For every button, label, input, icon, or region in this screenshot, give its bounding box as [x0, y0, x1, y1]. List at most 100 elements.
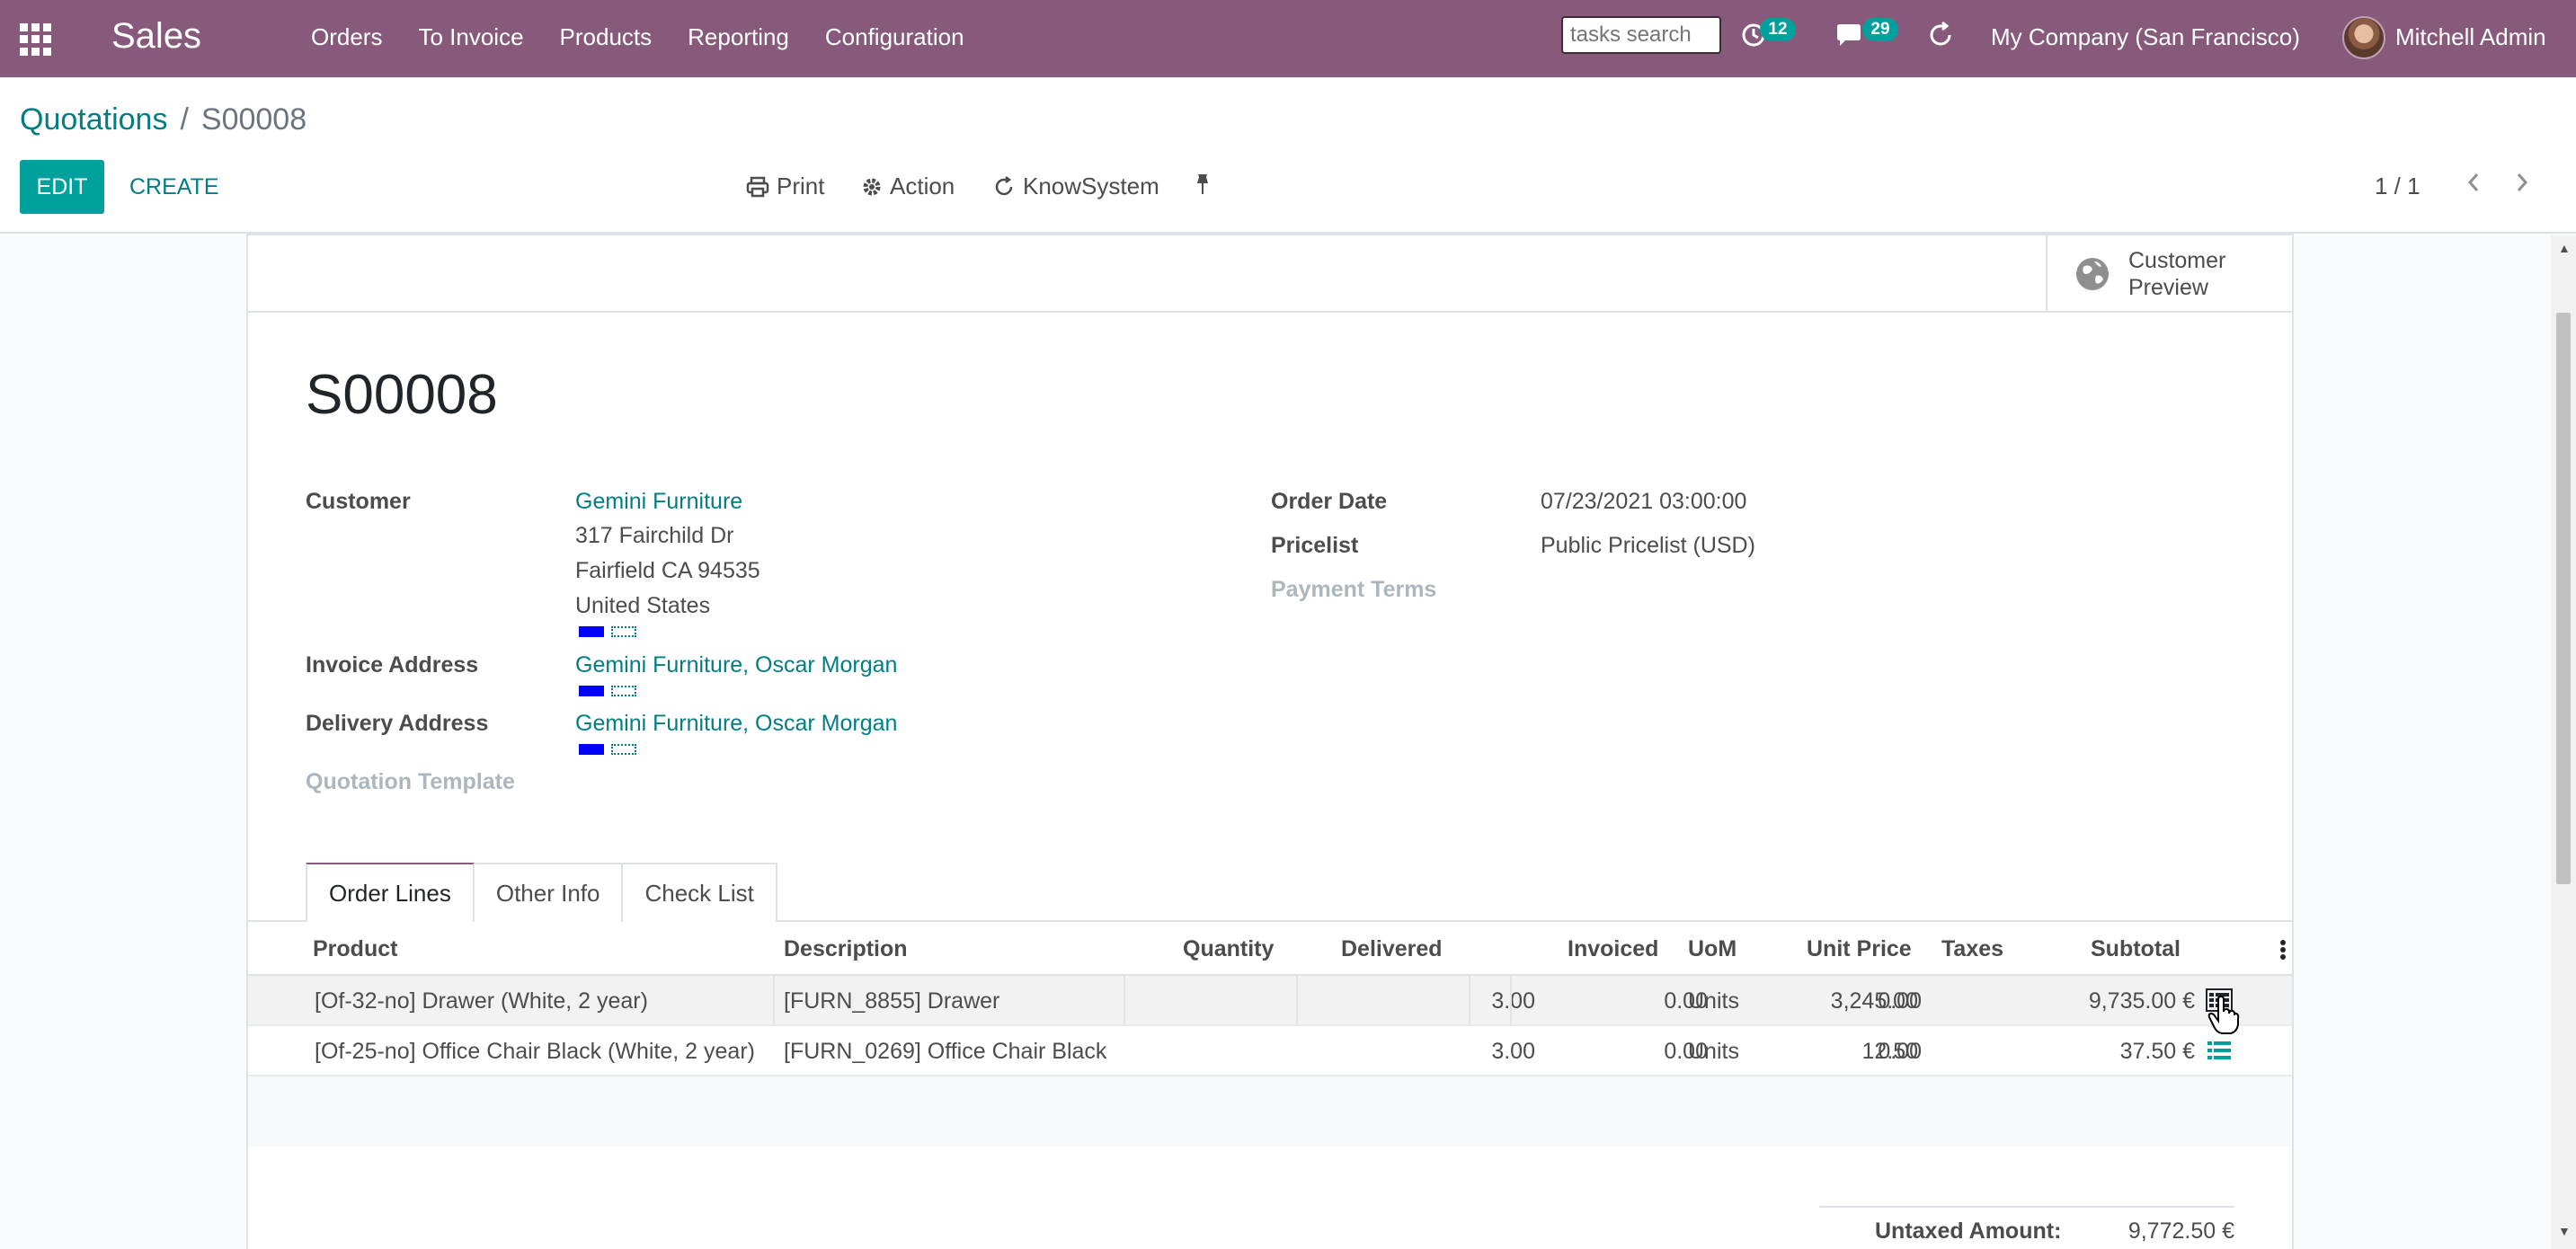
control-panel: Quotations / S00008 EDIT CREATE Print Ac…: [0, 77, 2576, 234]
tasks-search-input[interactable]: [1561, 16, 1721, 54]
table-row[interactable]: [Of-25-no] Office Chair Black (White, 2 …: [248, 1026, 2292, 1076]
form-tabs: Order Lines Other Info Check List: [306, 863, 777, 922]
col-header-product[interactable]: Product: [313, 936, 397, 962]
form-statusbar: Customer Preview: [248, 235, 2292, 313]
col-header-invoiced[interactable]: Invoiced: [1568, 936, 1658, 962]
user-menu[interactable]: Mitchell Admin: [2395, 23, 2546, 51]
col-header-taxes[interactable]: Taxes: [1941, 936, 2003, 962]
menu-item-reporting[interactable]: Reporting: [688, 23, 789, 51]
col-header-unit-price[interactable]: Unit Price: [1807, 936, 1912, 962]
cell-subtotal: 9,735.00 €: [2088, 988, 2195, 1014]
app-title[interactable]: Sales: [111, 16, 201, 57]
customer-preview-line2: Preview: [2128, 275, 2208, 300]
refresh-icon[interactable]: [1925, 20, 1956, 50]
invoice-address-link[interactable]: Gemini Furniture, Oscar Morgan: [575, 652, 897, 678]
menu-item-configuration[interactable]: Configuration: [825, 23, 964, 51]
print-button[interactable]: Print: [746, 173, 824, 200]
customer-link[interactable]: Gemini Furniture: [575, 489, 742, 515]
action-button[interactable]: Action: [861, 173, 955, 200]
cell-unit-price[interactable]: 3,245.00: [1831, 988, 1918, 1014]
customer-label: Customer: [306, 489, 411, 514]
delivery-address-label: Delivery Address: [306, 711, 489, 736]
cell-description[interactable]: [FURN_0269] Office Chair Black: [784, 1039, 1106, 1065]
cell-description[interactable]: [FURN_8855] Drawer: [784, 988, 999, 1014]
knowsystem-label: KnowSystem: [1023, 173, 1159, 199]
edit-button[interactable]: EDIT: [20, 160, 104, 214]
tab-check-list[interactable]: Check List: [621, 863, 777, 922]
tab-other-info[interactable]: Other Info: [472, 863, 624, 922]
globe-icon: [2076, 258, 2109, 290]
cell-product[interactable]: [Of-32-no] Drawer (White, 2 year): [315, 988, 648, 1014]
customer-city: Fairfield CA 94535: [575, 558, 760, 583]
menu-item-orders[interactable]: Orders: [311, 23, 382, 51]
invoice-address-label: Invoice Address: [306, 652, 479, 678]
cell-quantity[interactable]: 3.00: [1491, 988, 1535, 1014]
table-row[interactable]: [Of-32-no] Drawer (White, 2 year) [FURN_…: [248, 976, 2292, 1026]
col-header-uom[interactable]: UoM: [1688, 936, 1737, 962]
form-sheet: Customer Preview S00008 Customer Gemini …: [246, 234, 2294, 1249]
apps-grid-icon[interactable]: [20, 23, 52, 56]
tab-order-lines[interactable]: Order Lines: [306, 863, 475, 922]
activities-count-badge: 12: [1760, 18, 1796, 41]
pager-value[interactable]: 1 / 1: [2375, 173, 2421, 200]
col-header-description[interactable]: Description: [784, 936, 908, 962]
scroll-up-arrow-icon[interactable]: ▲: [2558, 241, 2571, 255]
pager-previous-icon[interactable]: [2465, 169, 2483, 203]
customer-preview-line1: Customer: [2128, 248, 2226, 273]
delivery-address-link[interactable]: Gemini Furniture, Oscar Morgan: [575, 711, 897, 737]
pin-button[interactable]: [1194, 173, 1212, 196]
optional-columns-icon[interactable]: [2272, 936, 2294, 963]
scrollbar[interactable]: ▲ ▼: [2551, 235, 2576, 1249]
customer-street: 317 Fairchild Dr: [575, 523, 734, 548]
cell-unit-price[interactable]: 12.50: [1861, 1039, 1918, 1065]
pager-next-icon[interactable]: [2513, 169, 2531, 203]
quotation-template-label: Quotation Template: [306, 769, 515, 794]
pricelist-label: Pricelist: [1271, 533, 1359, 558]
cell-uom[interactable]: Units: [1688, 1039, 1739, 1065]
customer-color-tags: [575, 625, 636, 638]
table-header: Product Description Quantity Delivered I…: [248, 922, 2292, 976]
top-navbar: Sales Orders To Invoice Products Reporti…: [0, 0, 2576, 77]
col-header-delivered[interactable]: Delivered: [1341, 936, 1443, 962]
col-header-subtotal[interactable]: Subtotal: [2091, 936, 2181, 962]
col-header-quantity[interactable]: Quantity: [1183, 936, 1274, 962]
row-detail-list-icon[interactable]: [2206, 1039, 2233, 1062]
breadcrumb-separator: /: [180, 102, 189, 137]
cell-product[interactable]: [Of-25-no] Office Chair Black (White, 2 …: [315, 1039, 755, 1065]
create-button[interactable]: CREATE: [122, 160, 227, 214]
untaxed-amount-label: Untaxed Amount:: [1875, 1218, 2062, 1244]
knowsystem-icon: [995, 175, 1013, 195]
user-avatar[interactable]: [2342, 16, 2385, 59]
untaxed-amount-value: 9,772.50 €: [2127, 1218, 2234, 1244]
column-separator: [1469, 976, 1470, 1026]
messages-count-badge: 29: [1862, 18, 1898, 41]
table-empty-area: [248, 1076, 2292, 1147]
cell-subtotal: 37.50 €: [2119, 1039, 2195, 1064]
column-separator: [1124, 976, 1125, 1026]
order-name-title: S00008: [306, 364, 498, 426]
column-separator: [773, 976, 775, 1026]
menu-item-products[interactable]: Products: [560, 23, 653, 51]
customer-preview-label: Customer Preview: [2128, 247, 2225, 301]
customer-preview-button[interactable]: Customer Preview: [2046, 235, 2292, 313]
print-label: Print: [777, 173, 825, 199]
cell-uom[interactable]: Units: [1688, 988, 1739, 1014]
order-date-value: 07/23/2021 03:00:00: [1541, 489, 1747, 514]
company-switcher[interactable]: My Company (San Francisco): [1991, 23, 2300, 51]
cell-quantity[interactable]: 3.00: [1491, 1039, 1535, 1065]
messages-chat-icon[interactable]: [1834, 20, 1864, 50]
scroll-down-arrow-icon[interactable]: ▼: [2558, 1224, 2571, 1238]
column-separator: [1510, 976, 1512, 1026]
menu-item-to-invoice[interactable]: To Invoice: [418, 23, 523, 51]
scroll-thumb[interactable]: [2556, 313, 2571, 884]
print-icon: [746, 176, 769, 197]
hand-pointer-cursor-icon: [2207, 995, 2240, 1035]
order-date-label: Order Date: [1271, 489, 1388, 514]
column-separator: [1296, 976, 1298, 1026]
invoice-color-tags: [575, 685, 636, 697]
thumbtack-icon: [1197, 174, 1208, 194]
breadcrumb-quotations[interactable]: Quotations: [20, 102, 167, 137]
breadcrumb: Quotations / S00008: [20, 102, 306, 137]
knowsystem-button[interactable]: KnowSystem: [992, 173, 1159, 200]
action-label: Action: [890, 173, 955, 199]
